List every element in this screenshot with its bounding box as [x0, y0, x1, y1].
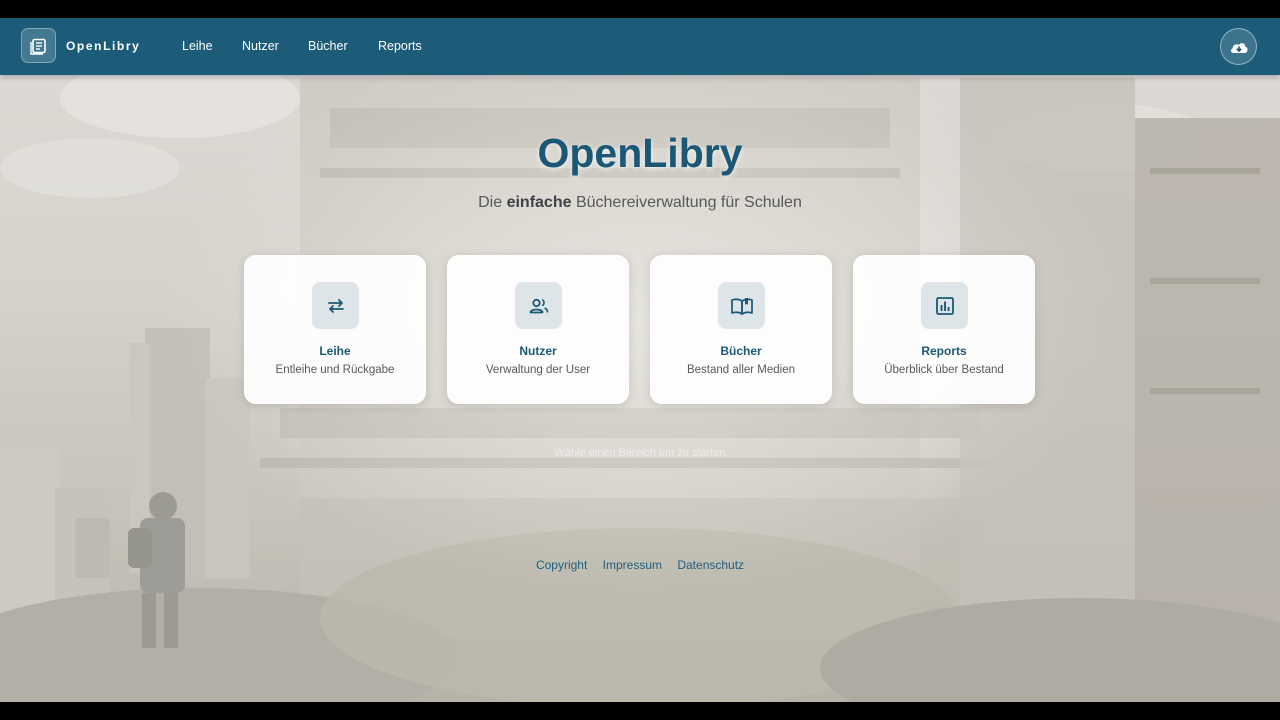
- nav-item-buecher[interactable]: Bücher: [308, 39, 348, 53]
- card-nutzer[interactable]: Nutzer Verwaltung der User: [447, 255, 629, 404]
- card-title: Nutzer: [519, 344, 557, 358]
- footer-link-impressum[interactable]: Impressum: [603, 558, 662, 572]
- card-description: Überblick über Bestand: [884, 364, 1004, 376]
- footer-link-datenschutz[interactable]: Datenschutz: [677, 558, 744, 572]
- letterbox-bottom: [0, 702, 1280, 720]
- card-buecher[interactable]: Bücher Bestand aller Medien: [650, 255, 832, 404]
- footer-links: Copyright Impressum Datenschutz: [0, 558, 1280, 572]
- subtitle-post: Büchereiverwaltung für Schulen: [571, 194, 802, 211]
- bar-chart-icon: [921, 282, 968, 329]
- page-title: OpenLibry: [537, 130, 743, 176]
- open-book-icon: [718, 282, 765, 329]
- users-icon: [515, 282, 562, 329]
- nav-item-nutzer[interactable]: Nutzer: [242, 39, 279, 53]
- card-title: Reports: [921, 344, 967, 358]
- library-logo-icon[interactable]: [21, 28, 56, 63]
- card-title: Leihe: [319, 344, 351, 358]
- cloud-download-icon: [1230, 42, 1248, 53]
- card-title: Bücher: [720, 344, 762, 358]
- background-veil: [0, 18, 1280, 702]
- nav-item-leihe[interactable]: Leihe: [182, 39, 213, 53]
- brand-name[interactable]: OpenLibry: [66, 39, 140, 53]
- card-description: Bestand aller Medien: [686, 364, 796, 376]
- card-leihe[interactable]: Leihe Entleihe und Rückgabe: [244, 255, 426, 404]
- nav-item-reports[interactable]: Reports: [378, 39, 422, 53]
- subtitle-pre: Die: [478, 194, 507, 211]
- page-subtitle: Die einfache Büchereiverwaltung für Schu…: [0, 194, 1280, 212]
- card-description: Entleihe und Rückgabe: [275, 364, 395, 376]
- swap-arrows-icon: [312, 282, 359, 329]
- footer-link-copyright[interactable]: Copyright: [536, 558, 587, 572]
- start-hint: Wähle einen Bereich um zu starten: [554, 447, 726, 459]
- letterbox-top: [0, 0, 1280, 18]
- top-navbar: OpenLibry Leihe Nutzer Bücher Reports: [0, 18, 1280, 75]
- card-reports[interactable]: Reports Überblick über Bestand: [853, 255, 1035, 404]
- card-description: Verwaltung der User: [485, 364, 591, 376]
- subtitle-emphasis: einfache: [506, 194, 572, 211]
- app-window: OpenLibry Leihe Nutzer Bücher Reports Op…: [0, 18, 1280, 702]
- cloud-download-button[interactable]: [1220, 28, 1257, 65]
